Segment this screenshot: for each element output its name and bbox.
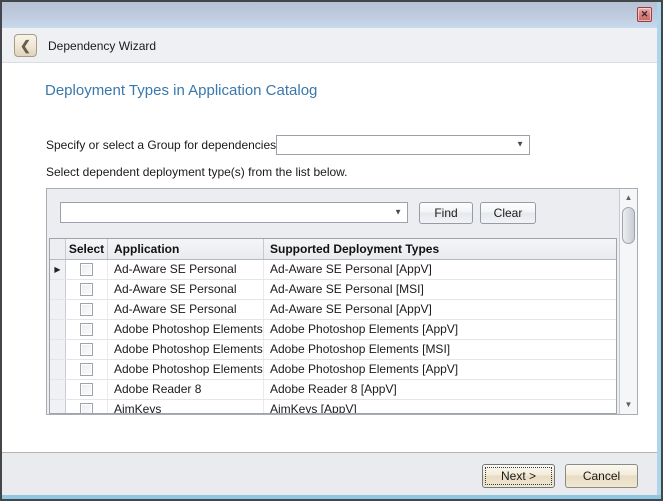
select-cell [66,400,108,414]
content-area: Deployment Types in Application Catalog … [2,64,661,452]
application-cell: Ad-Aware SE Personal [108,260,264,279]
select-cell [66,320,108,339]
clear-button[interactable]: Clear [480,202,536,224]
grid-body: ▶ Ad-Aware SE Personal Ad-Aware SE Perso… [50,260,616,414]
back-arrow-icon: ❮ [20,38,31,53]
row-checkbox[interactable] [80,283,93,296]
row-checkbox[interactable] [80,403,93,414]
application-cell: Ad-Aware SE Personal [108,300,264,319]
select-cell [66,340,108,359]
row-checkbox[interactable] [80,303,93,316]
wizard-title: Dependency Wizard [48,39,156,53]
deployment-types-panel: ▼ Find Clear Select Application Supporte… [46,188,638,415]
row-header-cell [50,320,66,339]
row-header-cell: ▶ [50,260,66,279]
table-row[interactable]: Ad-Aware SE Personal Ad-Aware SE Persona… [50,280,616,300]
cancel-button[interactable]: Cancel [565,464,638,488]
group-combobox-input[interactable] [279,137,509,153]
row-checkbox[interactable] [80,383,93,396]
chevron-down-icon[interactable]: ▼ [516,141,524,149]
select-cell [66,280,108,299]
deployment-type-cell: Adobe Reader 8 [AppV] [264,380,616,399]
grid-header-row: Select Application Supported Deployment … [50,239,616,260]
scrollbar-thumb[interactable] [622,207,635,244]
table-row[interactable]: ▶ Ad-Aware SE Personal Ad-Aware SE Perso… [50,260,616,280]
table-row[interactable]: Adobe Reader 8 Adobe Reader 8 [AppV] [50,380,616,400]
row-checkbox[interactable] [80,263,93,276]
application-cell: Adobe Photoshop Elements [108,340,264,359]
wizard-header: ❮ Dependency Wizard [2,28,661,63]
back-button[interactable]: ❮ [14,34,37,57]
application-cell: Adobe Photoshop Elements [108,320,264,339]
chevron-down-icon[interactable]: ▼ [394,208,402,216]
select-cell [66,260,108,279]
footer-bar: Next > Cancel [2,452,661,499]
row-checkbox[interactable] [80,363,93,376]
find-button[interactable]: Find [419,202,473,224]
deployment-type-cell: Adobe Photoshop Elements [AppV] [264,320,616,339]
deployment-type-cell: Adobe Photoshop Elements [MSI] [264,340,616,359]
row-header-cell [50,280,66,299]
deployment-type-cell: Ad-Aware SE Personal [AppV] [264,300,616,319]
column-header-supported-deployment-types[interactable]: Supported Deployment Types [264,239,616,259]
deployment-type-cell: Adobe Photoshop Elements [AppV] [264,360,616,379]
deployment-type-cell: AimKeys [AppV] [264,400,616,414]
page-title: Deployment Types in Application Catalog [45,82,317,99]
filter-combobox[interactable]: ▼ [60,202,408,223]
column-header-application[interactable]: Application [108,239,264,259]
window-edge-glow-right [657,2,661,499]
table-row[interactable]: Adobe Photoshop Elements Adobe Photoshop… [50,360,616,380]
current-row-marker-icon: ▶ [54,265,60,274]
grid-corner-cell [50,239,66,259]
group-combobox[interactable]: ▼ [276,135,530,155]
table-row[interactable]: Ad-Aware SE Personal Ad-Aware SE Persona… [50,300,616,320]
application-cell: Ad-Aware SE Personal [108,280,264,299]
filter-combobox-input[interactable] [63,204,387,221]
select-deployment-types-label: Select dependent deployment type(s) from… [46,165,348,179]
close-button[interactable]: ✕ [637,7,652,22]
row-header-cell [50,300,66,319]
row-header-cell [50,380,66,399]
application-cell: AimKeys [108,400,264,414]
row-header-cell [50,340,66,359]
application-cell: Adobe Reader 8 [108,380,264,399]
row-header-cell [50,400,66,414]
table-row[interactable]: Adobe Photoshop Elements Adobe Photoshop… [50,320,616,340]
row-checkbox[interactable] [80,323,93,336]
select-cell [66,380,108,399]
scroll-up-icon[interactable]: ▲ [620,190,637,206]
panel-scrollbar[interactable]: ▲ ▼ [619,189,637,414]
table-row[interactable]: Adobe Photoshop Elements Adobe Photoshop… [50,340,616,360]
titlebar: ✕ [2,2,661,28]
scroll-down-icon[interactable]: ▼ [620,397,637,413]
row-checkbox[interactable] [80,343,93,356]
dependency-wizard-window: ✕ ❮ Dependency Wizard Deployment Types i… [0,0,663,501]
select-cell [66,360,108,379]
table-row[interactable]: AimKeys AimKeys [AppV] [50,400,616,414]
row-header-cell [50,360,66,379]
deployment-type-cell: Ad-Aware SE Personal [MSI] [264,280,616,299]
deployment-type-cell: Ad-Aware SE Personal [AppV] [264,260,616,279]
application-cell: Adobe Photoshop Elements [108,360,264,379]
select-cell [66,300,108,319]
next-button[interactable]: Next > [482,464,555,488]
column-header-select[interactable]: Select [66,239,108,259]
group-dependencies-label: Specify or select a Group for dependenci… [46,138,276,152]
window-edge-glow-bottom [2,495,661,499]
deployment-types-grid: Select Application Supported Deployment … [49,238,617,414]
close-icon: ✕ [641,9,649,19]
